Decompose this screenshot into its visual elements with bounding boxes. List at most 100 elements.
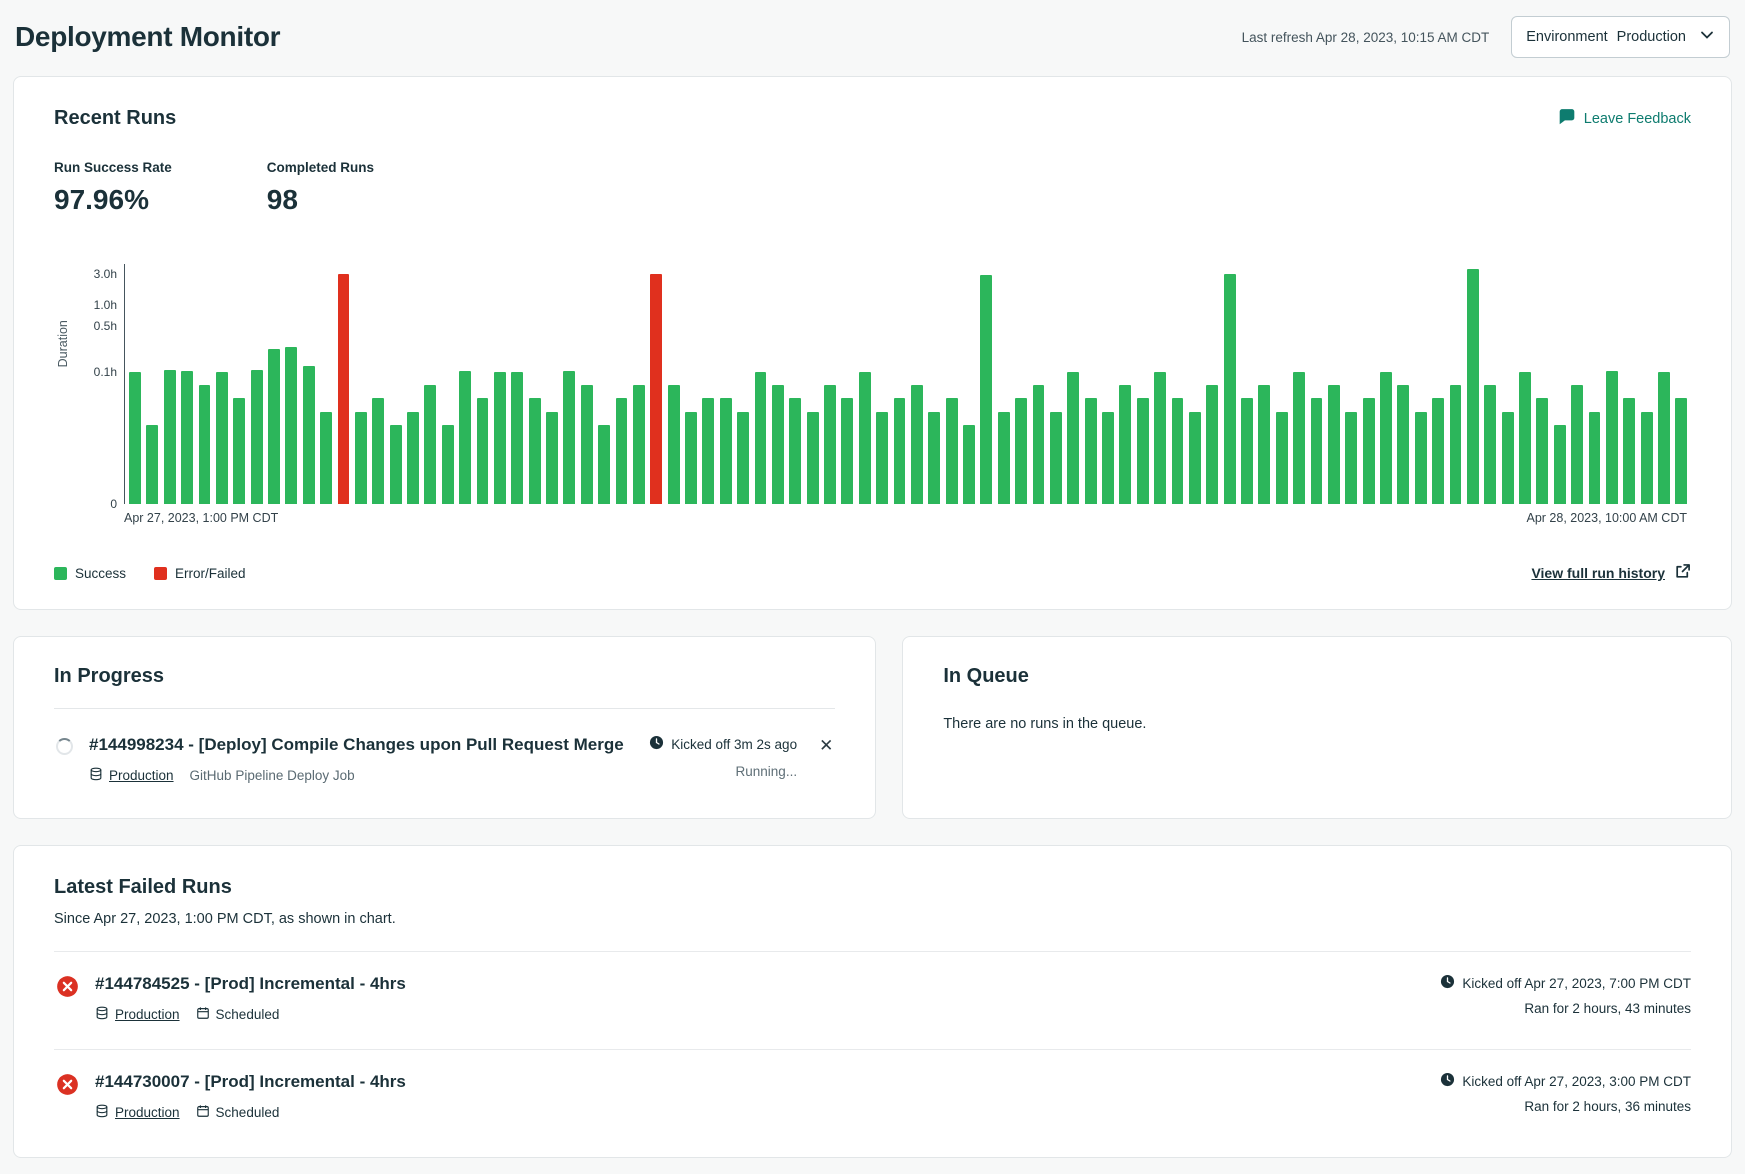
- chart-bar-success: [459, 371, 471, 504]
- chart-bar-success: [233, 398, 245, 504]
- chart-bar-success: [477, 398, 489, 504]
- x-axis-end-label: Apr 28, 2023, 10:00 AM CDT: [1526, 511, 1687, 525]
- stat-success-rate-label: Run Success Rate: [54, 160, 172, 175]
- duration-chart: Duration 00.1h0.5h1.0h3.0h: [124, 264, 1687, 504]
- chart-bar-success: [1328, 385, 1340, 504]
- chart-bar-success: [980, 275, 992, 504]
- chart-bar-success: [1085, 398, 1097, 504]
- environment-dropdown[interactable]: Environment Production: [1511, 16, 1730, 58]
- in-progress-environment-link[interactable]: Production: [89, 767, 174, 784]
- leave-feedback-link[interactable]: Leave Feedback: [1558, 108, 1691, 130]
- failed-run-main: #144730007 - [Prod] Incremental - 4hrs P…: [95, 1072, 1440, 1121]
- page: Deployment Monitor Last refresh Apr 28, …: [0, 0, 1745, 1174]
- chart-bar-success: [251, 370, 263, 504]
- chart-bar-success: [216, 372, 228, 504]
- y-axis-tick: 0: [110, 497, 117, 511]
- in-queue-empty-message: There are no runs in the queue.: [943, 716, 1691, 732]
- topbar-right: Last refresh Apr 28, 2023, 10:15 AM CDT …: [1242, 16, 1730, 58]
- chart-bar-success: [581, 385, 593, 504]
- chart-bar-success: [946, 398, 958, 504]
- failed-run-trigger: Scheduled: [196, 1006, 280, 1023]
- chart-bar-success: [1571, 385, 1583, 504]
- chart-bar-success: [824, 385, 836, 504]
- in-progress-environment-label: Production: [109, 768, 174, 783]
- chart-bar-success: [1276, 412, 1288, 504]
- failed-run-kicked-off-text: Kicked off Apr 27, 2023, 3:00 PM CDT: [1462, 1074, 1691, 1089]
- calendar-icon: [196, 1006, 210, 1023]
- y-axis-tick: 0.5h: [94, 319, 117, 333]
- topbar: Deployment Monitor Last refresh Apr 28, …: [13, 0, 1732, 76]
- stack-icon: [95, 1104, 109, 1121]
- legend-label-failed: Error/Failed: [175, 566, 246, 581]
- failed-run-environment-link[interactable]: Production: [95, 1104, 180, 1121]
- legend-item-success: Success: [54, 566, 126, 581]
- in-progress-run-main: #144998234 - [Deploy] Compile Changes up…: [89, 735, 649, 784]
- chart-bar-failed: [338, 274, 350, 504]
- chart-bar-success: [807, 412, 819, 504]
- close-icon[interactable]: ✕: [817, 735, 835, 756]
- stat-success-rate: Run Success Rate 97.96%: [54, 160, 172, 216]
- chart-bar-success: [1467, 269, 1479, 504]
- chart-bar-success: [1606, 371, 1618, 504]
- failed-run-row: #144730007 - [Prod] Incremental - 4hrs P…: [54, 1049, 1691, 1147]
- chart-bar-success: [928, 412, 940, 504]
- chart-bar-success: [268, 349, 280, 504]
- in-progress-divider: [54, 708, 835, 709]
- chart-bar-success: [511, 372, 523, 504]
- latest-failed-runs-subtitle: Since Apr 27, 2023, 1:00 PM CDT, as show…: [54, 911, 1691, 927]
- in-progress-kicked-off-text: Kicked off 3m 2s ago: [671, 737, 797, 752]
- chart-bar-success: [720, 398, 732, 504]
- view-full-run-history-link[interactable]: View full run history: [1531, 563, 1691, 583]
- legend-label-success: Success: [75, 566, 126, 581]
- clock-icon: [1440, 974, 1455, 992]
- chart-bar-success: [442, 425, 454, 504]
- in-progress-run-title: #144998234 - [Deploy] Compile Changes up…: [89, 735, 649, 755]
- chart-bar-success: [1589, 412, 1601, 504]
- chart-bar-success: [529, 398, 541, 504]
- failed-run-environment-link[interactable]: Production: [95, 1006, 180, 1023]
- chart-bar-success: [1154, 372, 1166, 504]
- chart-bar-success: [1397, 385, 1409, 504]
- failed-run-kicked-off-text: Kicked off Apr 27, 2023, 7:00 PM CDT: [1462, 976, 1691, 991]
- chart-bar-success: [494, 372, 506, 504]
- chart-bar-success: [1675, 398, 1687, 504]
- latest-failed-runs-title: Latest Failed Runs: [54, 876, 1691, 899]
- stat-success-rate-value: 97.96%: [54, 184, 172, 216]
- chart-bar-success: [755, 372, 767, 504]
- chart-bar-success: [1241, 398, 1253, 504]
- legend-swatch-failed: [154, 567, 167, 580]
- chart-bar-success: [963, 425, 975, 504]
- failed-run-trigger-label: Scheduled: [216, 1007, 280, 1022]
- recent-runs-stats: Run Success Rate 97.96% Completed Runs 9…: [54, 160, 1691, 216]
- failed-run-title: #144730007 - [Prod] Incremental - 4hrs: [95, 1072, 1440, 1092]
- chart-bar-success: [789, 398, 801, 504]
- in-progress-job-type: GitHub Pipeline Deploy Job: [190, 768, 355, 783]
- chart-bar-success: [1536, 398, 1548, 504]
- in-progress-run-right: Kicked off 3m 2s ago Running...: [649, 735, 797, 779]
- stat-completed-runs-label: Completed Runs: [267, 160, 374, 175]
- chart-bar-success: [546, 412, 558, 504]
- chart-bar-success: [164, 370, 176, 504]
- failed-run-environment-label: Production: [115, 1105, 180, 1120]
- chart-bar-success: [668, 385, 680, 504]
- failed-run-kicked-off: Kicked off Apr 27, 2023, 3:00 PM CDT: [1440, 1072, 1691, 1090]
- chart-bar-success: [1293, 372, 1305, 504]
- chart-bar-success: [1050, 412, 1062, 504]
- chart-bar-success: [424, 385, 436, 504]
- chart-bar-success: [702, 398, 714, 504]
- chart-bar-success: [859, 372, 871, 504]
- chart-bar-success: [563, 371, 575, 504]
- page-title: Deployment Monitor: [15, 21, 280, 53]
- chart-bar-success: [1450, 385, 1462, 504]
- chart-bar-success: [1224, 274, 1236, 504]
- view-full-run-history-label: View full run history: [1531, 565, 1665, 581]
- in-progress-title: In Progress: [54, 665, 835, 688]
- chart-bar-success: [1623, 398, 1635, 504]
- failed-run-right: Kicked off Apr 27, 2023, 7:00 PM CDT Ran…: [1440, 974, 1691, 1016]
- chart-bar-success: [355, 412, 367, 504]
- y-axis-tick: 1.0h: [94, 298, 117, 312]
- failed-run-duration-text: Ran for 2 hours, 36 minutes: [1440, 1099, 1691, 1114]
- chart-bar-success: [1015, 398, 1027, 504]
- external-link-icon: [1674, 563, 1691, 583]
- in-queue-card: In Queue There are no runs in the queue.: [902, 636, 1732, 819]
